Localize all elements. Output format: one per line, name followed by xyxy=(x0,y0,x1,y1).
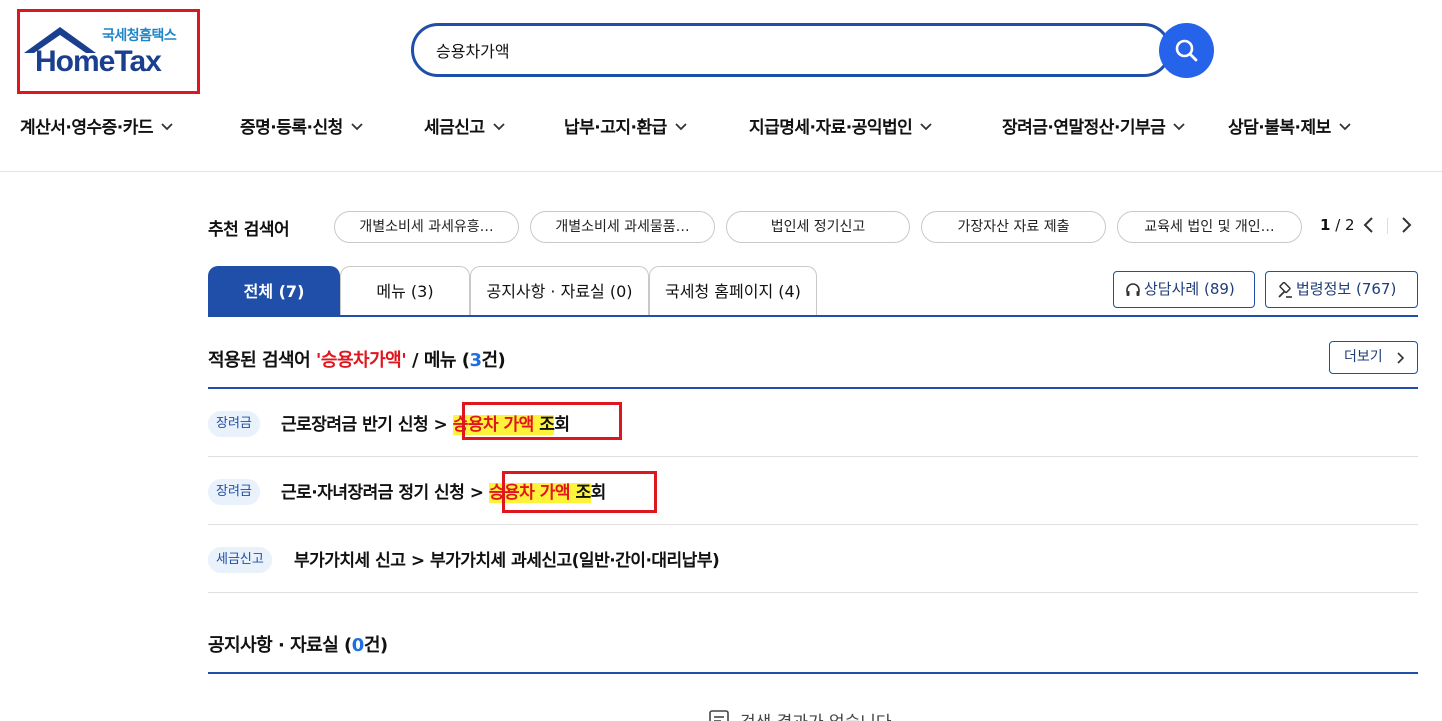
section-divider xyxy=(208,672,1418,674)
chevron-down-icon xyxy=(1173,123,1185,131)
tab-nts-homepage[interactable]: 국세청 홈페이지 (4) xyxy=(649,266,817,317)
section-title-menu: 적용된 검색어 '승용차가액' / 메뉴 (3건) xyxy=(208,350,506,371)
recommend-chip[interactable]: 교육세 법인 및 개인… xyxy=(1117,211,1302,243)
recommend-pager: 1 / 2 xyxy=(1320,216,1355,234)
header-divider xyxy=(0,171,1442,172)
main-nav: 계산서·영수증·카드 증명·등록·신청 세금신고 납부·고지·환급 지급명세·자… xyxy=(0,103,1442,149)
chevron-down-icon xyxy=(920,123,932,131)
chevron-down-icon xyxy=(1339,123,1351,131)
recommend-chip[interactable]: 법인세 정기신고 xyxy=(726,211,910,243)
search-input[interactable] xyxy=(436,26,1136,74)
pager-divider xyxy=(1387,218,1388,234)
search-button[interactable] xyxy=(1159,23,1214,78)
law-info-button[interactable]: 법령정보 (767) xyxy=(1265,271,1418,308)
highlight-annotation-box xyxy=(462,402,622,440)
headset-icon xyxy=(1126,283,1140,296)
category-badge: 장려금 xyxy=(208,411,260,437)
nav-item-incentive[interactable]: 장려금·연말정산·기부금 xyxy=(1002,113,1185,138)
nav-item-tax-report[interactable]: 세금신고 xyxy=(424,113,505,138)
nav-item-payment[interactable]: 납부·고지·환급 xyxy=(564,113,687,138)
chevron-down-icon xyxy=(492,123,505,131)
recommend-chip[interactable]: 개별소비세 과세유흥… xyxy=(334,211,519,243)
hometax-logo[interactable]: 국세청홈택스 HomeTax xyxy=(17,9,200,94)
highlight-annotation-box xyxy=(502,471,657,513)
recommend-title: 추천 검색어 xyxy=(208,220,290,240)
chevron-down-icon xyxy=(161,123,173,131)
more-button[interactable]: 더보기 xyxy=(1329,341,1418,374)
document-icon xyxy=(709,710,729,721)
tab-underline xyxy=(208,315,1418,317)
chevron-left-icon[interactable] xyxy=(1359,214,1379,236)
nav-item-consult[interactable]: 상담·불복·제보 xyxy=(1228,113,1351,138)
recommend-chip[interactable]: 개별소비세 과세물품… xyxy=(530,211,715,243)
empty-result: 검색 결과가 없습니다 xyxy=(708,708,892,721)
recommend-chip[interactable]: 가장자산 자료 제출 xyxy=(921,211,1106,243)
chevron-right-icon[interactable] xyxy=(1396,214,1416,236)
search-box xyxy=(411,23,1171,77)
nav-item-invoice[interactable]: 계산서·영수증·카드 xyxy=(20,113,173,138)
category-badge: 세금신고 xyxy=(208,547,272,573)
chevron-right-icon xyxy=(1397,352,1405,364)
chevron-down-icon xyxy=(675,123,687,131)
tab-all[interactable]: 전체 (7) xyxy=(208,266,340,317)
tab-menu[interactable]: 메뉴 (3) xyxy=(340,266,470,317)
nav-item-statement[interactable]: 지급명세·자료·공익법인 xyxy=(749,113,932,138)
consult-cases-button[interactable]: 상담사례 (89) xyxy=(1113,271,1255,308)
nav-item-certificate[interactable]: 증명·등록·신청 xyxy=(240,113,363,138)
logo-title: HomeTax xyxy=(35,45,162,78)
result-row[interactable]: 장려금 근로장려금 반기 신청 > 승용차 가액 조회 xyxy=(208,389,1418,457)
search-icon xyxy=(1175,39,1198,62)
section-title-notice: 공지사항 · 자료실 (0건) xyxy=(208,635,388,656)
result-row[interactable]: 장려금 근로·자녀장려금 정기 신청 > 승용차 가액 조회 xyxy=(208,457,1418,525)
category-badge: 장려금 xyxy=(208,479,260,505)
logo-subtitle: 국세청홈택스 xyxy=(102,28,177,44)
chevron-down-icon xyxy=(351,123,363,131)
result-row[interactable]: 세금신고 부가가치세 신고 > 부가가치세 과세신고(일반·간이·대리납부) xyxy=(208,525,1418,593)
gavel-icon xyxy=(1278,282,1292,298)
tab-notice[interactable]: 공지사항 · 자료실 (0) xyxy=(470,266,649,317)
result-path[interactable]: 부가가치세 신고 > 부가가치세 과세신고(일반·간이·대리납부) xyxy=(294,546,720,571)
